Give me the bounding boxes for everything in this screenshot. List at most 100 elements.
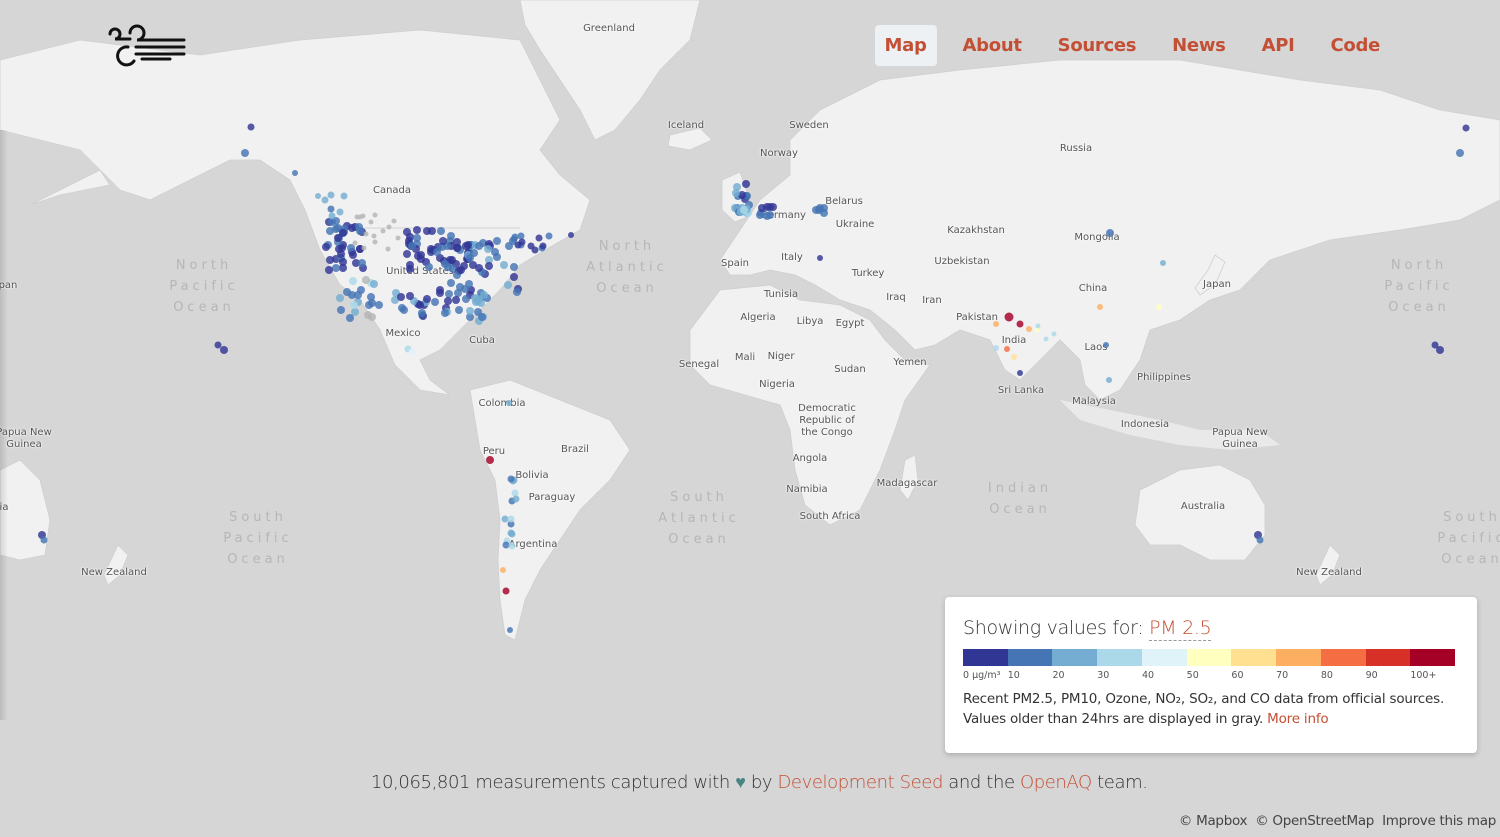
- measurement-dot[interactable]: [386, 224, 391, 230]
- measurement-dot[interactable]: [375, 300, 384, 309]
- measurement-dot[interactable]: [1462, 124, 1470, 132]
- measurement-dot[interactable]: [758, 203, 767, 212]
- measurement-dot[interactable]: [500, 260, 509, 269]
- measurement-dot[interactable]: [363, 231, 369, 237]
- measurement-dot[interactable]: [412, 226, 421, 235]
- measurement-dot[interactable]: [507, 475, 515, 483]
- measurement-dot[interactable]: [539, 242, 547, 250]
- measurement-dot[interactable]: [475, 241, 484, 250]
- measurement-dot[interactable]: [518, 238, 526, 246]
- measurement-dot[interactable]: [398, 303, 407, 312]
- measurement-dot[interactable]: [1106, 229, 1114, 237]
- measurement-dot[interactable]: [1097, 304, 1103, 310]
- measurement-dot[interactable]: [408, 348, 416, 356]
- measurement-dot[interactable]: [1004, 346, 1010, 352]
- measurement-dot[interactable]: [247, 123, 255, 131]
- measurement-dot[interactable]: [464, 280, 473, 289]
- measurement-dot[interactable]: [408, 242, 417, 251]
- measurement-dot[interactable]: [357, 214, 363, 220]
- measurement-dot[interactable]: [527, 242, 535, 250]
- measurement-dot[interactable]: [545, 232, 553, 240]
- nav-news[interactable]: News: [1162, 25, 1235, 66]
- measurement-dot[interactable]: [740, 205, 749, 214]
- measurement-dot[interactable]: [336, 305, 345, 314]
- measurement-dot[interactable]: [486, 456, 494, 464]
- measurement-dot[interactable]: [397, 292, 406, 301]
- measurement-dot[interactable]: [415, 300, 424, 309]
- measurement-dot[interactable]: [220, 346, 228, 354]
- measurement-dot[interactable]: [1035, 323, 1041, 329]
- measurement-dot[interactable]: [507, 515, 515, 523]
- measurement-dot[interactable]: [817, 255, 823, 261]
- measurement-dot[interactable]: [492, 236, 501, 245]
- measurement-dot[interactable]: [1011, 354, 1017, 360]
- measurement-dot[interactable]: [343, 287, 352, 296]
- measurement-dot[interactable]: [380, 228, 386, 234]
- measurement-dot[interactable]: [356, 285, 365, 294]
- measurement-dot[interactable]: [768, 202, 777, 211]
- measurement-dot[interactable]: [441, 259, 450, 268]
- measurement-dot[interactable]: [428, 227, 437, 236]
- measurement-dot[interactable]: [1436, 346, 1444, 354]
- measurement-dot[interactable]: [993, 345, 999, 351]
- measurement-dot[interactable]: [766, 210, 775, 219]
- measurement-dot[interactable]: [466, 307, 475, 316]
- measurement-dot[interactable]: [441, 308, 450, 317]
- measurement-dot[interactable]: [509, 262, 518, 271]
- measurement-dot[interactable]: [1456, 149, 1464, 157]
- measurement-dot[interactable]: [292, 170, 298, 176]
- measurement-dot[interactable]: [731, 188, 740, 197]
- measurement-dot[interactable]: [395, 235, 401, 241]
- measurement-dot[interactable]: [403, 250, 412, 258]
- measurement-dot[interactable]: [485, 261, 494, 270]
- measurement-dot[interactable]: [333, 233, 342, 242]
- measurement-dot[interactable]: [362, 276, 371, 285]
- parameter-selector[interactable]: PM 2.5: [1149, 617, 1212, 641]
- measurement-dot[interactable]: [478, 312, 487, 321]
- measurement-dot[interactable]: [432, 248, 441, 257]
- measurement-dot[interactable]: [430, 297, 439, 306]
- openaq-link[interactable]: OpenAQ: [1020, 772, 1092, 793]
- measurement-dot[interactable]: [1106, 377, 1112, 383]
- measurement-dot[interactable]: [462, 242, 471, 251]
- measurement-dot[interactable]: [372, 212, 378, 218]
- measurement-dot[interactable]: [1017, 370, 1023, 376]
- measurement-dot[interactable]: [503, 281, 512, 290]
- measurement-dot[interactable]: [474, 263, 483, 272]
- measurement-dot[interactable]: [326, 227, 335, 236]
- measurement-dot[interactable]: [506, 400, 512, 406]
- measurement-dot[interactable]: [358, 259, 367, 268]
- measurement-dot[interactable]: [505, 242, 514, 251]
- measurement-dot[interactable]: [512, 288, 521, 297]
- measurement-dot[interactable]: [1043, 336, 1049, 342]
- measurement-dot[interactable]: [1051, 331, 1057, 337]
- measurement-dot[interactable]: [508, 542, 515, 550]
- measurement-dot[interactable]: [348, 277, 357, 286]
- measurement-dot[interactable]: [1103, 342, 1109, 348]
- measurement-dot[interactable]: [424, 263, 433, 272]
- nav-code[interactable]: Code: [1321, 25, 1390, 66]
- measurement-dot[interactable]: [352, 240, 358, 246]
- measurement-dot[interactable]: [417, 308, 426, 317]
- measurement-dot[interactable]: [507, 627, 513, 633]
- measurement-dot[interactable]: [335, 245, 344, 254]
- measurement-dot[interactable]: [452, 244, 461, 253]
- measurement-dot[interactable]: [327, 191, 335, 199]
- nav-about[interactable]: About: [953, 25, 1032, 66]
- measurement-dot[interactable]: [1004, 312, 1014, 322]
- measurement-dot[interactable]: [405, 292, 414, 301]
- measurement-dot[interactable]: [456, 265, 465, 274]
- measurement-dot[interactable]: [474, 296, 483, 305]
- measurement-dot[interactable]: [331, 263, 340, 272]
- measurement-dot[interactable]: [417, 251, 426, 260]
- measurement-dot[interactable]: [315, 193, 321, 199]
- measurement-dot[interactable]: [336, 294, 344, 303]
- measurement-dot[interactable]: [40, 536, 48, 544]
- measurement-dot[interactable]: [535, 234, 543, 242]
- openaq-logo[interactable]: [100, 22, 190, 72]
- measurement-dot[interactable]: [336, 208, 344, 216]
- measurement-dot[interactable]: [349, 301, 358, 310]
- measurement-dot[interactable]: [483, 244, 492, 253]
- measurement-dot[interactable]: [500, 567, 506, 573]
- measurement-dot[interactable]: [364, 301, 373, 310]
